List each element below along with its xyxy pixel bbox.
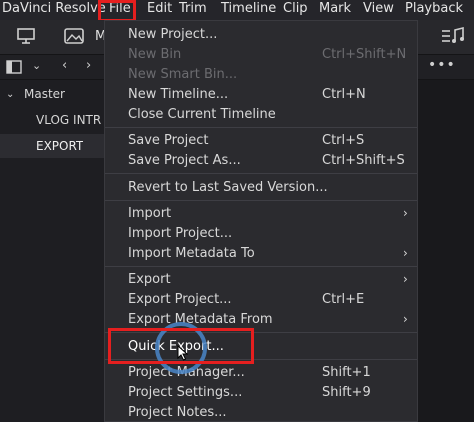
menu-separator	[105, 127, 417, 128]
bin-label: VLOG INTR	[36, 113, 102, 127]
menu-item-close-current-timeline[interactable]: Close Current Timeline	[105, 104, 417, 124]
back-arrow-icon[interactable]: ‹	[62, 58, 67, 73]
bin-label: EXPORT	[36, 139, 84, 153]
menu-item-new-smart-bin[interactable]: New Smart Bin...	[105, 64, 417, 84]
monitor-icon[interactable]	[16, 26, 36, 50]
forward-arrow-icon[interactable]: ›	[86, 58, 91, 73]
bin-vlog-intro[interactable]: VLOG INTR	[0, 108, 104, 132]
menu-timeline[interactable]: Timeline	[221, 1, 276, 16]
menu-item-project-manager[interactable]: Project Manager... Shift+1	[105, 362, 417, 382]
media-pool-icon[interactable]	[63, 26, 85, 50]
menu-item-export[interactable]: Export ›	[105, 269, 417, 289]
menu-item-export-project[interactable]: Export Project... Ctrl+E	[105, 289, 417, 309]
menu-item-save-project-as[interactable]: Save Project As... Ctrl+Shift+S	[105, 150, 417, 170]
menu-item-project-notes[interactable]: Project Notes...	[105, 402, 417, 422]
menu-playback[interactable]: Playback	[405, 1, 463, 16]
bin-label: Master	[24, 87, 65, 101]
menu-item-import[interactable]: Import ›	[105, 203, 417, 223]
bin-export[interactable]: EXPORT	[0, 134, 104, 158]
menu-item-import-project[interactable]: Import Project...	[105, 223, 417, 243]
audio-icon[interactable]	[440, 26, 466, 49]
file-menu-highlight-box	[98, 0, 136, 22]
menu-edit[interactable]: Edit	[147, 1, 172, 16]
more-options-icon[interactable]: •••	[428, 57, 456, 73]
background-panel	[418, 80, 474, 422]
menu-item-revert-to-last-saved[interactable]: Revert to Last Saved Version...	[105, 177, 417, 197]
menu-item-export-metadata-from[interactable]: Export Metadata From ›	[105, 309, 417, 329]
chevron-right-icon: ›	[403, 272, 408, 286]
bin-master[interactable]: ⌄ Master	[0, 82, 104, 106]
chevron-right-icon: ›	[403, 312, 408, 326]
menu-bar: DaVinci Resolve File Edit Trim Timeline …	[0, 0, 474, 20]
menu-davinci-resolve[interactable]: DaVinci Resolve	[2, 1, 106, 16]
menu-item-new-timeline[interactable]: New Timeline... Ctrl+N	[105, 84, 417, 104]
chevron-down-icon[interactable]: ⌄	[32, 59, 41, 72]
mouse-cursor-icon	[177, 344, 189, 365]
menu-separator	[105, 200, 417, 201]
menu-trim[interactable]: Trim	[179, 1, 207, 16]
menu-separator	[105, 173, 417, 174]
menu-item-save-project[interactable]: Save Project Ctrl+S	[105, 130, 417, 150]
menu-clip[interactable]: Clip	[283, 1, 308, 16]
menu-view[interactable]: View	[363, 1, 394, 16]
media-pool-panel: ⌄ Master VLOG INTR EXPORT	[0, 80, 104, 422]
panel-toggle-icon[interactable]	[6, 59, 22, 79]
menu-separator	[105, 266, 417, 267]
chevron-right-icon: ›	[403, 206, 408, 220]
chevron-down-icon[interactable]: ⌄	[6, 89, 14, 100]
menu-item-new-bin[interactable]: New Bin Ctrl+Shift+N	[105, 44, 417, 64]
menu-item-import-metadata-to[interactable]: Import Metadata To ›	[105, 243, 417, 263]
menu-item-project-settings[interactable]: Project Settings... Shift+9	[105, 382, 417, 402]
chevron-right-icon: ›	[403, 246, 408, 260]
menu-item-new-project[interactable]: New Project...	[105, 24, 417, 44]
menu-mark[interactable]: Mark	[319, 1, 351, 16]
